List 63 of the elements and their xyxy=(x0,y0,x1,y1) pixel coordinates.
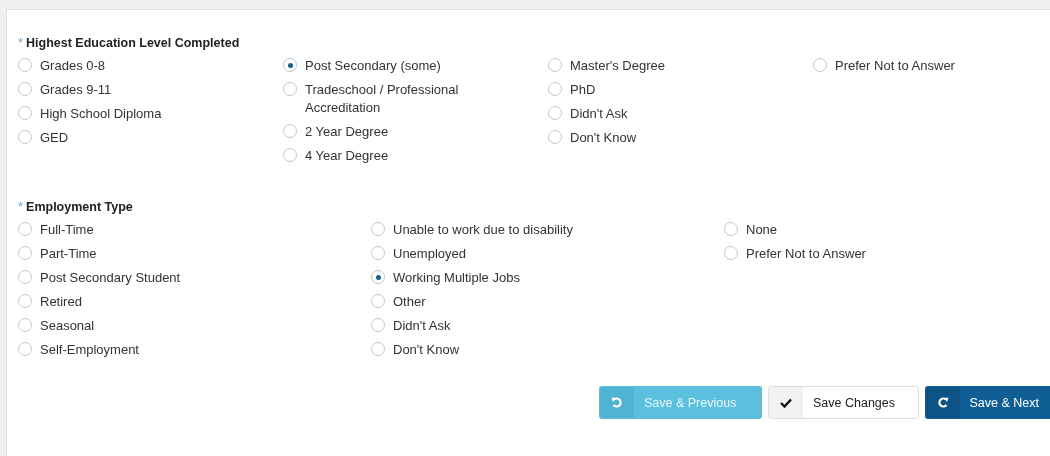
question-label: Employment Type xyxy=(26,200,133,214)
question-label: Highest Education Level Completed xyxy=(26,36,240,50)
save-next-button[interactable]: Save & Next xyxy=(925,386,1050,419)
option-label: Part-Time xyxy=(40,245,97,263)
option-label: Tradeschool / Professional Accreditation xyxy=(305,81,460,117)
radio-button[interactable] xyxy=(18,58,32,72)
option-label: High School Diploma xyxy=(40,105,162,123)
radio-button[interactable] xyxy=(548,106,562,120)
option-label: 2 Year Degree xyxy=(305,123,389,141)
required-mark: * xyxy=(18,199,24,214)
radio-button[interactable] xyxy=(18,246,32,260)
radio-button[interactable] xyxy=(18,82,32,96)
radio-button[interactable] xyxy=(371,270,385,284)
option-label: Full-Time xyxy=(40,221,94,239)
radio-button[interactable] xyxy=(18,130,32,144)
radio-button[interactable] xyxy=(371,318,385,332)
option-label: Working Multiple Jobs xyxy=(393,269,520,287)
option-label: Unable to work due to disability xyxy=(393,221,573,239)
radio-button[interactable] xyxy=(18,318,32,332)
radio-button[interactable] xyxy=(548,130,562,144)
check-icon xyxy=(780,397,792,408)
option-label: Master's Degree xyxy=(570,57,665,75)
redo-icon xyxy=(936,396,949,409)
radio-button[interactable] xyxy=(283,82,297,96)
option-label: Post Secondary (some) xyxy=(305,57,441,75)
radio-button[interactable] xyxy=(18,270,32,284)
radio-button[interactable] xyxy=(18,342,32,356)
radio-button[interactable] xyxy=(724,222,738,236)
radio-button[interactable] xyxy=(283,148,297,162)
option-label: Other xyxy=(393,293,426,311)
option-label: Seasonal xyxy=(40,317,95,335)
radio-button[interactable] xyxy=(283,124,297,138)
option-label: Post Secondary Student xyxy=(40,269,181,287)
radio-button[interactable] xyxy=(18,222,32,236)
option-label: Don't Know xyxy=(570,129,637,147)
option-label: None xyxy=(746,221,778,239)
radio-button[interactable] xyxy=(813,58,827,72)
option-label: Grades 9-11 xyxy=(40,81,112,99)
option-label: Didn't Ask xyxy=(570,105,628,123)
option-label: GED xyxy=(40,129,69,147)
radio-button[interactable] xyxy=(371,222,385,236)
option-label: Self-Employment xyxy=(40,341,139,359)
option-label: Don't Know xyxy=(393,341,460,359)
option-label: Retired xyxy=(40,293,82,311)
required-mark: * xyxy=(18,35,24,50)
option-label: Didn't Ask xyxy=(393,317,451,335)
option-label: Prefer Not to Answer xyxy=(746,245,866,263)
save-button[interactable]: Save Changes xyxy=(768,386,919,419)
radio-button[interactable] xyxy=(18,106,32,120)
radio-button[interactable] xyxy=(18,294,32,308)
radio-button[interactable] xyxy=(724,246,738,260)
radio-button[interactable] xyxy=(371,246,385,260)
radio-button[interactable] xyxy=(548,82,562,96)
option-label: 4 Year Degree xyxy=(305,147,389,165)
radio-button[interactable] xyxy=(548,58,562,72)
option-label: PhD xyxy=(570,81,596,99)
option-label: Unemployed xyxy=(393,245,466,263)
radio-button[interactable] xyxy=(371,342,385,356)
option-label: Prefer Not to Answer xyxy=(835,57,955,75)
undo-icon xyxy=(611,396,623,409)
radio-button[interactable] xyxy=(371,294,385,308)
radio-button[interactable] xyxy=(283,58,297,72)
option-label: Grades 0-8 xyxy=(40,57,106,75)
